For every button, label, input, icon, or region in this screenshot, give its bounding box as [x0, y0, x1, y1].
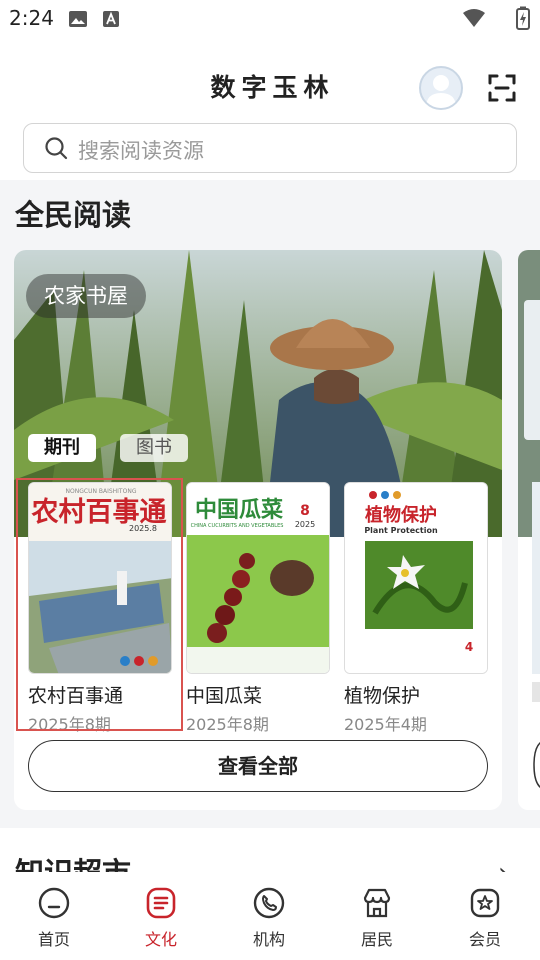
cover-year: 2025	[295, 520, 315, 529]
journal-item[interactable]: 中国瓜菜 8 2025 CHINA CUCURBITS AND VEGETABL…	[186, 482, 330, 735]
text-a-icon	[103, 11, 119, 27]
journal-cover[interactable]: 中国瓜菜 8 2025 CHINA CUCURBITS AND VEGETABL…	[186, 482, 330, 674]
nav-label-member: 会员	[468, 930, 501, 949]
home-face-icon	[38, 887, 70, 919]
status-time: 2:24	[9, 6, 54, 30]
store-icon	[363, 888, 391, 918]
culture-list-icon	[146, 887, 176, 919]
journal-title: 中国瓜菜	[186, 685, 263, 707]
nav-culture[interactable]: 文化	[121, 886, 201, 950]
app-header: 数字玉林 搜索阅读资源	[0, 38, 540, 180]
nav-label-home: 首页	[37, 930, 70, 949]
scan-icon[interactable]	[486, 72, 518, 104]
nav-label-institution: 机构	[252, 930, 285, 949]
search-input[interactable]: 搜索阅读资源	[23, 123, 517, 173]
bookhouse-badge[interactable]: 农家书屋	[26, 274, 146, 318]
cover-masthead: 植物保护	[365, 504, 437, 526]
nav-residents[interactable]: 居民	[337, 886, 417, 950]
section-title-reading: 全民阅读	[15, 198, 132, 232]
cover-number: 8	[300, 503, 310, 519]
nav-home[interactable]: 首页	[14, 886, 94, 950]
user-avatar-icon	[426, 75, 456, 108]
next-card-peek[interactable]	[518, 250, 540, 810]
image-icon	[69, 11, 87, 27]
search-placeholder: 搜索阅读资源	[78, 139, 204, 163]
nav-institution[interactable]: 机构	[229, 886, 309, 950]
star-badge-icon	[470, 888, 500, 918]
bottom-nav: 首页 文化 机构 居民 会员	[0, 872, 540, 960]
view-all-button[interactable]: 查看全部	[28, 740, 488, 792]
journal-title: 植物保护	[344, 685, 421, 707]
tab-books[interactable]: 图书	[120, 434, 188, 462]
nav-member[interactable]: 会员	[445, 886, 525, 950]
nav-label-culture: 文化	[144, 930, 177, 949]
nav-label-residents: 居民	[360, 930, 393, 949]
journal-cover[interactable]: 植物保护 Plant Protection 4	[344, 482, 488, 674]
search-icon	[45, 137, 68, 160]
journal-issue: 2025年4期	[344, 715, 427, 734]
cover-sub: CHINA CUCURBITS AND VEGETABLES	[191, 523, 284, 529]
cover-sub: Plant Protection	[364, 526, 438, 535]
selection-highlight	[16, 478, 183, 731]
status-bar: 2:24	[0, 0, 540, 38]
wifi-icon	[463, 9, 485, 27]
cover-number: 4	[465, 640, 473, 654]
journal-issue: 2025年8期	[186, 715, 269, 734]
avatar[interactable]	[419, 66, 463, 110]
phone-icon	[253, 887, 285, 919]
cover-masthead: 中国瓜菜	[195, 497, 283, 523]
tab-journals[interactable]: 期刊	[28, 434, 96, 462]
journal-item[interactable]: 植物保护 Plant Protection 4 植物保护 2025年4期	[344, 482, 488, 735]
battery-charging-icon	[516, 6, 530, 30]
